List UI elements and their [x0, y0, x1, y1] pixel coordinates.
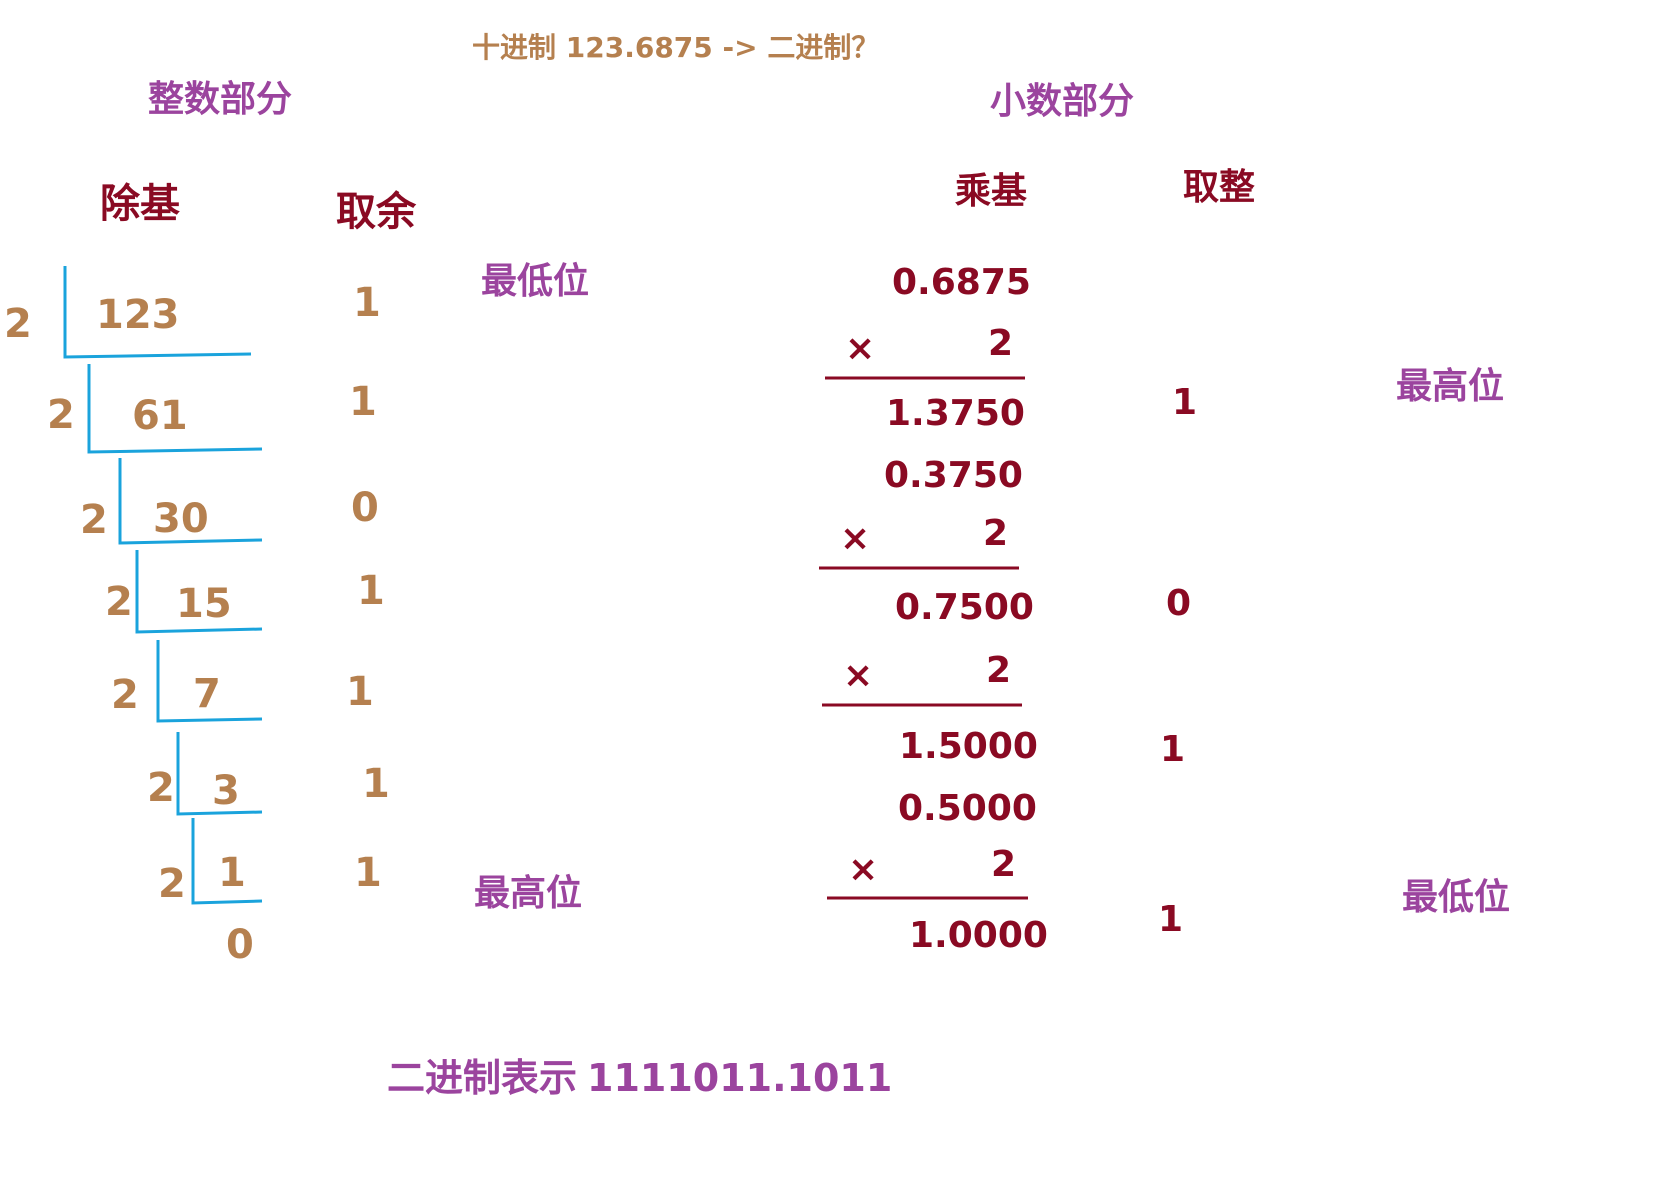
dividend: 30 [153, 496, 209, 542]
product: 0.7500 [895, 587, 1034, 628]
integer-lowest-bit-label: 最低位 [481, 261, 590, 302]
times-symbol: × [843, 655, 874, 696]
product: 1.5000 [899, 726, 1038, 767]
final-quotient: 0 [226, 922, 254, 968]
dividend: 3 [212, 768, 240, 814]
remainder: 1 [357, 568, 385, 614]
dividend: 61 [132, 393, 188, 439]
integer-digit: 1 [1158, 899, 1184, 940]
remainder: 1 [362, 761, 390, 807]
times-symbol: × [848, 849, 879, 890]
divisor: 2 [105, 579, 133, 625]
remainder: 0 [351, 485, 379, 531]
divisor: 2 [47, 392, 75, 438]
integer-digit: 1 [1160, 729, 1186, 770]
conversion-diagram: 十进制 123.6875 -> 二进制？ 整数部分 小数部分 除基 取余 乘基 … [0, 0, 1664, 1195]
divisor: 2 [111, 672, 139, 718]
dividend: 7 [193, 671, 221, 717]
dividend: 123 [96, 292, 180, 338]
divisor: 2 [4, 301, 32, 347]
divisor: 2 [158, 861, 186, 907]
divisor: 2 [147, 765, 175, 811]
remainder: 1 [346, 669, 374, 715]
multiplicand: 0.6875 [892, 262, 1031, 303]
integer-highest-bit-label: 最高位 [474, 873, 583, 914]
binary-result-value: 1111011.1011 [587, 1056, 893, 1100]
dividend: 1 [218, 850, 246, 896]
multiplier: 2 [988, 323, 1014, 364]
integer-digit: 1 [1172, 382, 1198, 423]
product: 1.3750 [886, 393, 1025, 434]
multiplicand: 0.5000 [898, 788, 1037, 829]
division-bracket-lines [63, 266, 1028, 905]
integer-digit: 0 [1166, 583, 1192, 624]
multiplier: 2 [983, 513, 1009, 554]
times-symbol: × [840, 518, 871, 559]
multiplier: 2 [991, 844, 1017, 885]
multiplier: 2 [986, 650, 1012, 691]
remainder: 1 [349, 379, 377, 425]
product: 1.0000 [909, 915, 1048, 956]
remainder: 1 [354, 850, 382, 896]
fraction-lowest-bit-label: 最低位 [1402, 877, 1511, 918]
remainder: 1 [353, 280, 381, 326]
multiplicand: 0.3750 [884, 455, 1023, 496]
divisor: 2 [80, 497, 108, 543]
times-symbol: × [845, 328, 876, 369]
binary-result-label: 二进制表示 [387, 1056, 578, 1100]
fraction-highest-bit-label: 最高位 [1396, 366, 1505, 407]
dividend: 15 [176, 581, 232, 627]
